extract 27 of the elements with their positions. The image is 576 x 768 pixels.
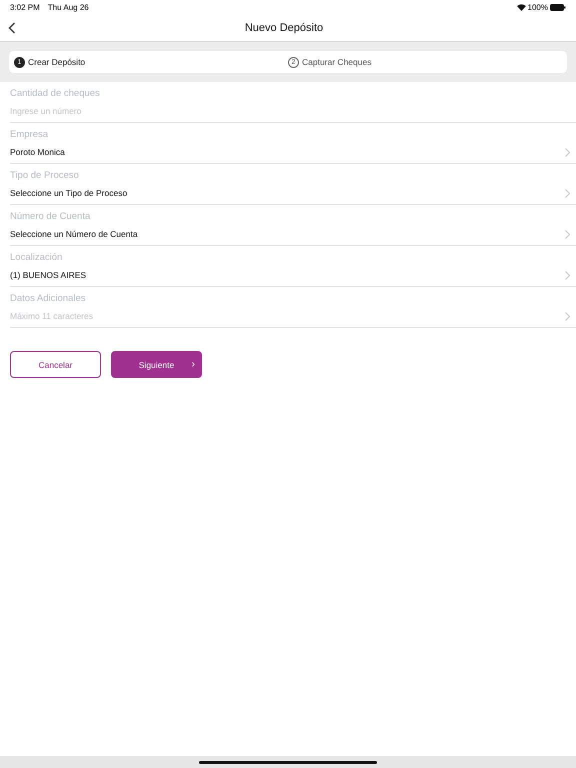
chevron-right-icon [565,312,570,320]
chevron-right-icon [565,270,570,280]
status-date: Thu Aug 26 [48,2,89,12]
next-button[interactable]: Siguiente › [111,351,202,378]
field-label: Tipo de Proceso [10,168,80,182]
battery-icon [550,4,566,10]
back-icon[interactable] [8,22,16,34]
chevron-right-icon [565,230,570,238]
select-value[interactable]: Seleccione un Número de Cuenta [10,229,565,239]
select-value[interactable]: (1) BUENOS AIRES [10,270,565,280]
step-label: Crear Depósito [28,57,86,67]
field-label: Datos Adicionales [10,292,87,306]
select-value[interactable]: Poroto Monica [10,147,565,157]
field-label: Cantidad de cheques [10,86,101,100]
field-label: Empresa [10,128,50,142]
select-value[interactable]: Seleccione un Tipo de Proceso [10,188,565,198]
chevron-right-icon [565,148,570,156]
cancel-button[interactable]: Cancelar [10,351,101,378]
battery-percent: 100% [528,2,548,12]
chevron-right-icon [565,188,570,198]
field-label: Localización [10,250,64,264]
nav-title: Nuevo Depósito [244,22,324,34]
field-label: Número de Cuenta [10,210,92,224]
wifi-icon [516,4,526,10]
status-time: 3:02 PM [10,2,40,12]
step-label: Capturar Cheques [302,57,372,67]
input-field[interactable]: Ingrese un número [10,106,570,116]
